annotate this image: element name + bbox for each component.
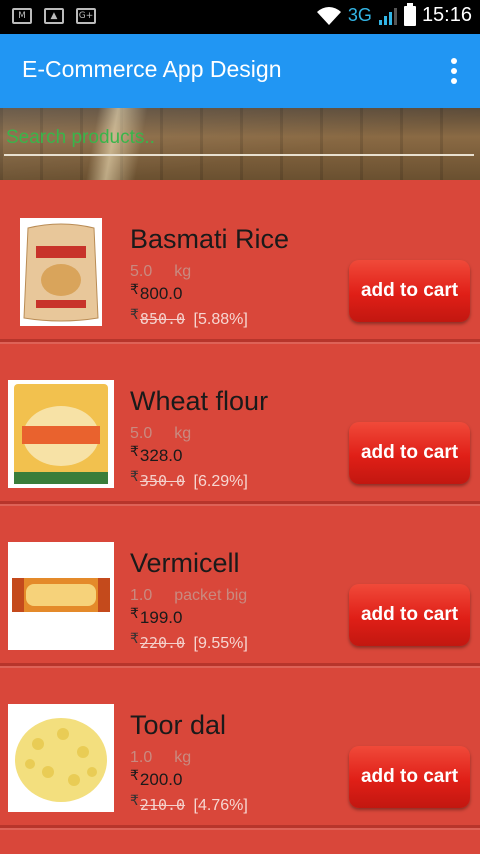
product-name: Wheat flour bbox=[130, 386, 269, 416]
status-bar: M ▲ G+ 3G 15:16 bbox=[0, 0, 480, 34]
add-to-cart-button[interactable]: add to cart bbox=[349, 260, 470, 322]
status-clock: 15:16 bbox=[421, 4, 472, 26]
product-quantity: 1.0 packet big bbox=[130, 587, 248, 604]
discount-badge: [4.76%] bbox=[193, 797, 248, 814]
search-input[interactable] bbox=[4, 122, 474, 156]
add-to-cart-button[interactable]: add to cart bbox=[349, 584, 470, 646]
product-name: Toor dal bbox=[130, 710, 227, 740]
discount-badge: [5.88%] bbox=[193, 311, 248, 328]
product-card: Basmati Rice 5.0 kg ₹800.0 ₹850.0 [5.88%]… bbox=[0, 180, 480, 342]
product-card: Wheat flour 5.0 kg ₹328.0 ₹350.0 [6.29%] … bbox=[0, 342, 480, 504]
app-title: E-Commerce App Design bbox=[22, 56, 282, 82]
product-card: Vermicell 1.0 packet big ₹199.0 ₹220.0 [9… bbox=[0, 504, 480, 666]
basmati-rice-image bbox=[20, 218, 102, 326]
product-mrp: ₹350.0 [6.29%] bbox=[130, 468, 248, 490]
wifi-icon bbox=[316, 6, 341, 25]
product-name: Basmati Rice bbox=[130, 224, 290, 254]
gmail-icon: M bbox=[12, 8, 32, 24]
product-quantity: 1.0 kg bbox=[130, 749, 192, 766]
google-plus-icon: G+ bbox=[76, 8, 96, 24]
toor-dal-image bbox=[8, 704, 114, 812]
signal-icon bbox=[378, 7, 397, 25]
product-list: Basmati Rice 5.0 kg ₹800.0 ₹850.0 [5.88%]… bbox=[0, 180, 480, 854]
network-type-label: 3G bbox=[347, 5, 372, 25]
battery-icon bbox=[403, 2, 416, 26]
product-mrp: ₹850.0 [5.88%] bbox=[130, 306, 248, 328]
product-price: ₹199.0 bbox=[130, 605, 183, 627]
product-price: ₹328.0 bbox=[130, 443, 183, 465]
overflow-menu-icon[interactable] bbox=[450, 58, 458, 84]
search-banner bbox=[0, 108, 480, 180]
product-quantity: 5.0 kg bbox=[130, 425, 192, 442]
discount-badge: [9.55%] bbox=[193, 635, 248, 652]
add-to-cart-button[interactable]: add to cart bbox=[349, 746, 470, 808]
discount-badge: [6.29%] bbox=[193, 473, 248, 490]
gallery-icon: ▲ bbox=[44, 8, 64, 24]
product-mrp: ₹210.0 [4.76%] bbox=[130, 792, 248, 814]
product-quantity: 5.0 kg bbox=[130, 263, 192, 280]
wheat-flour-image bbox=[8, 380, 114, 488]
product-name: Vermicell bbox=[130, 548, 240, 578]
app-bar: E-Commerce App Design bbox=[0, 34, 480, 108]
product-price: ₹800.0 bbox=[130, 281, 183, 303]
add-to-cart-button[interactable]: add to cart bbox=[349, 422, 470, 484]
product-mrp: ₹220.0 [9.55%] bbox=[130, 630, 248, 652]
product-card: Toor dal 1.0 kg ₹200.0 ₹210.0 [4.76%] add… bbox=[0, 666, 480, 828]
product-price: ₹200.0 bbox=[130, 767, 183, 789]
vermicelli-image bbox=[8, 542, 114, 650]
